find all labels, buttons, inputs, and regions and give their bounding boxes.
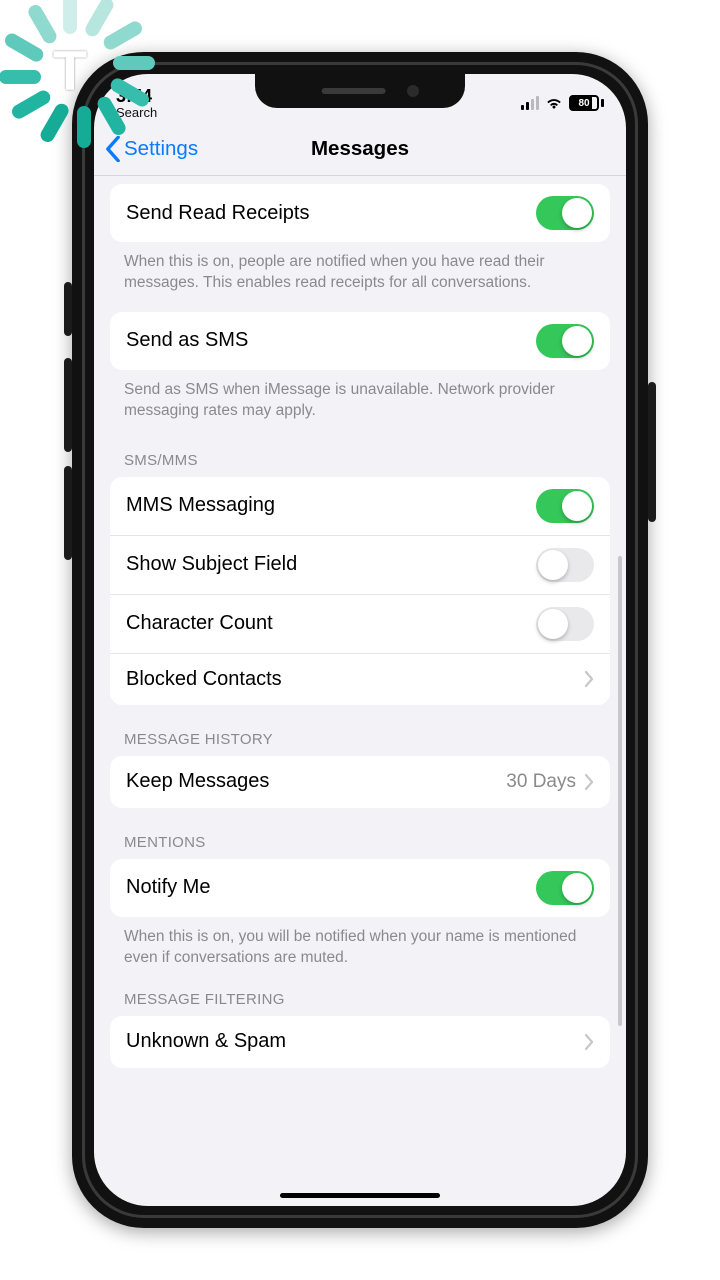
note-read-receipts: When this is on, people are notified whe… (94, 242, 626, 298)
chevron-right-icon (584, 1034, 594, 1050)
section-header-message-filtering: MESSAGE FILTERING (94, 973, 626, 1016)
toggle-send-read-receipts[interactable] (536, 196, 594, 230)
row-value: 30 Days (506, 771, 576, 793)
phone-frame: 3:54 Search 80 (72, 52, 648, 1228)
phone-screen: 3:54 Search 80 (94, 74, 626, 1206)
home-indicator[interactable] (280, 1193, 440, 1198)
note-send-as-sms: Send as SMS when iMessage is unavailable… (94, 370, 626, 426)
scroll-indicator[interactable] (618, 556, 622, 1026)
row-label: Show Subject Field (126, 553, 536, 576)
row-label: MMS Messaging (126, 494, 536, 517)
row-mms-messaging[interactable]: MMS Messaging (110, 477, 610, 535)
row-send-read-receipts[interactable]: Send Read Receipts (110, 184, 610, 242)
row-label: Send as SMS (126, 329, 536, 352)
row-label: Notify Me (126, 876, 536, 899)
notch (255, 74, 465, 108)
row-label: Blocked Contacts (126, 668, 584, 691)
settings-content[interactable]: Send Read Receipts When this is on, peop… (94, 176, 626, 1206)
battery-level: 80 (578, 98, 589, 109)
wifi-icon (545, 96, 563, 110)
row-send-as-sms[interactable]: Send as SMS (110, 312, 610, 370)
toggle-notify-me[interactable] (536, 871, 594, 905)
row-label: Unknown & Spam (126, 1030, 584, 1053)
toggle-mms-messaging[interactable] (536, 489, 594, 523)
toggle-send-as-sms[interactable] (536, 324, 594, 358)
cellular-icon (521, 96, 539, 110)
page-title: Messages (311, 137, 409, 161)
watermark-spinner: T (0, 0, 150, 150)
side-button (64, 282, 72, 336)
row-show-subject-field[interactable]: Show Subject Field (110, 535, 610, 594)
section-header-sms-mms: SMS/MMS (94, 426, 626, 477)
nav-bar: Settings Messages (94, 122, 626, 176)
battery-icon: 80 (569, 95, 604, 111)
chevron-right-icon (584, 671, 594, 687)
section-header-message-history: MESSAGE HISTORY (94, 705, 626, 756)
row-notify-me[interactable]: Notify Me (110, 859, 610, 917)
side-button (64, 358, 72, 452)
chevron-right-icon (584, 774, 594, 790)
row-blocked-contacts[interactable]: Blocked Contacts (110, 653, 610, 705)
side-button (64, 466, 72, 560)
note-notify-me: When this is on, you will be notified wh… (94, 917, 626, 973)
side-button (648, 382, 656, 522)
toggle-show-subject-field[interactable] (536, 548, 594, 582)
watermark-letter: T (53, 38, 87, 103)
section-header-mentions: MENTIONS (94, 808, 626, 859)
row-unknown-and-spam[interactable]: Unknown & Spam (110, 1016, 610, 1068)
row-label: Keep Messages (126, 770, 506, 793)
row-label: Character Count (126, 612, 536, 635)
row-character-count[interactable]: Character Count (110, 594, 610, 653)
toggle-character-count[interactable] (536, 607, 594, 641)
row-label: Send Read Receipts (126, 202, 536, 225)
row-keep-messages[interactable]: Keep Messages 30 Days (110, 756, 610, 808)
